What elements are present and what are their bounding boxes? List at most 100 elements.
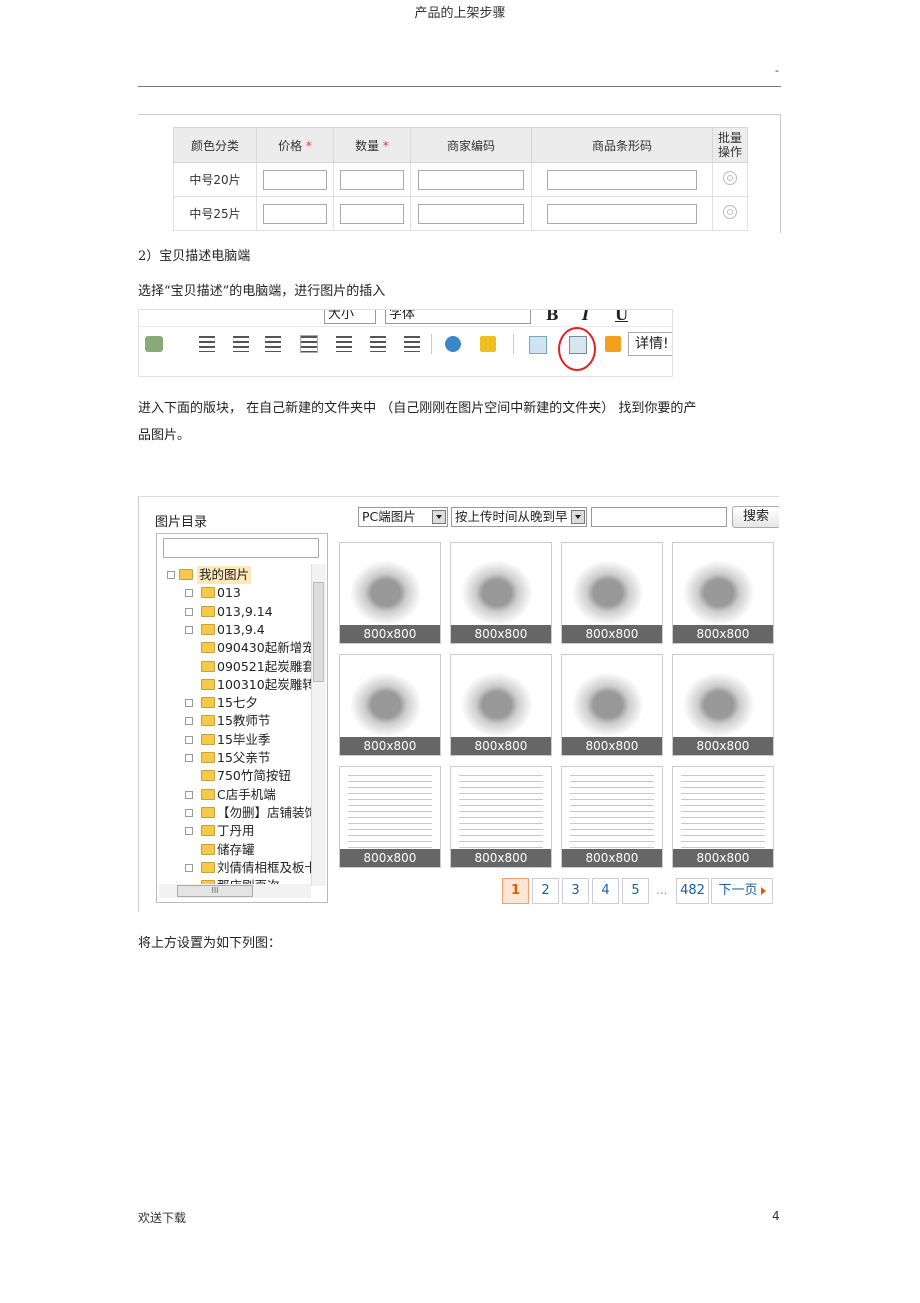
thumbnail-image bbox=[348, 775, 432, 851]
tree-folder-item[interactable]: 090430起新增宠 bbox=[157, 639, 315, 657]
page-button[interactable]: 1 bbox=[502, 878, 529, 904]
table-icon[interactable] bbox=[529, 336, 547, 354]
expand-icon[interactable] bbox=[185, 735, 193, 744]
image-thumbnail[interactable]: 800x800 bbox=[561, 542, 663, 644]
bold-button[interactable]: B bbox=[546, 310, 559, 324]
sort-select[interactable]: 按上传时间从晚到早 bbox=[451, 507, 587, 527]
thumbnail-image bbox=[459, 551, 543, 627]
tree-folder-item[interactable]: 013,9.4 bbox=[157, 621, 307, 639]
picker-title: 图片目录 bbox=[155, 515, 208, 530]
image-thumbnail[interactable]: 800x800 bbox=[561, 766, 663, 868]
image-thumbnail[interactable]: 800x800 bbox=[672, 542, 774, 644]
scroll-thumb[interactable]: III bbox=[177, 885, 253, 897]
tree-folder-item[interactable]: 750竹简按钮 bbox=[157, 767, 307, 785]
merchant-code-input[interactable] bbox=[418, 169, 524, 190]
tree-folder-item[interactable]: 丁丹用 bbox=[157, 822, 307, 840]
tree-folder-item[interactable]: 刘倩倩相框及板卡 bbox=[157, 859, 317, 877]
tree-folder-item[interactable]: 100310起炭雕转 bbox=[157, 676, 315, 694]
page-button[interactable]: 4 bbox=[592, 878, 619, 904]
tree-folder-item[interactable]: 15教师节 bbox=[157, 712, 307, 730]
page-button[interactable]: 3 bbox=[562, 878, 589, 904]
font-family-select[interactable]: 字体 bbox=[385, 310, 531, 324]
search-button[interactable]: 搜索 bbox=[732, 506, 779, 528]
image-thumbnail[interactable]: 800x800 bbox=[561, 654, 663, 756]
thumbnail-image bbox=[570, 663, 654, 739]
image-thumbnail[interactable]: 800x800 bbox=[450, 542, 552, 644]
link-globe-icon[interactable] bbox=[445, 336, 461, 352]
para-enter-line2: 品图片。 bbox=[138, 428, 191, 443]
scroll-thumb[interactable] bbox=[313, 582, 324, 682]
page-button[interactable]: 2 bbox=[532, 878, 559, 904]
detail-button[interactable]: 详情! bbox=[628, 332, 672, 356]
thumbnail-size-label: 800x800 bbox=[451, 625, 551, 643]
expand-icon[interactable] bbox=[185, 625, 193, 634]
tree-horizontal-scrollbar[interactable]: III bbox=[159, 884, 311, 898]
numbered-list-icon[interactable] bbox=[233, 336, 249, 352]
image-thumbnail[interactable]: 800x800 bbox=[339, 654, 441, 756]
thumbnail-size-label: 800x800 bbox=[673, 625, 773, 643]
barcode-input[interactable] bbox=[547, 203, 697, 224]
price-input[interactable] bbox=[263, 169, 327, 190]
next-page-button[interactable]: 下一页 bbox=[711, 878, 773, 904]
image-thumbnail[interactable]: 800x800 bbox=[672, 654, 774, 756]
align-center-icon[interactable] bbox=[370, 336, 386, 352]
paint-bucket-icon[interactable] bbox=[145, 336, 163, 352]
align-left-icon[interactable] bbox=[336, 336, 352, 352]
image-thumbnail[interactable]: 800x800 bbox=[339, 766, 441, 868]
emoticon-icon[interactable] bbox=[480, 336, 496, 352]
page-button-last[interactable]: 482 bbox=[676, 878, 709, 904]
source-select[interactable]: PC端图片 bbox=[358, 507, 448, 527]
tree-folder-item[interactable]: 013 bbox=[157, 584, 307, 602]
expand-icon[interactable] bbox=[185, 790, 193, 799]
folder-icon bbox=[201, 788, 215, 800]
tree-folder-item[interactable]: C店手机端 bbox=[157, 786, 307, 804]
tree-folder-item[interactable]: 【勿删】店铺装饰 bbox=[157, 804, 317, 822]
tree-folder-item[interactable]: 储存罐 bbox=[157, 841, 307, 859]
quantity-input[interactable] bbox=[340, 169, 404, 190]
expand-icon[interactable] bbox=[185, 827, 193, 836]
chevron-down-icon[interactable] bbox=[432, 510, 446, 524]
expand-icon[interactable] bbox=[185, 863, 193, 872]
tree-folder-label: 013,9.14 bbox=[217, 603, 273, 619]
price-input[interactable] bbox=[263, 203, 327, 224]
gear-icon[interactable] bbox=[723, 205, 737, 219]
image-thumbnail[interactable]: 800x800 bbox=[339, 542, 441, 644]
expand-icon[interactable] bbox=[185, 607, 193, 616]
indent-icon[interactable] bbox=[300, 335, 318, 353]
tree-folder-item[interactable]: 15毕业季 bbox=[157, 731, 307, 749]
underline-button[interactable]: U bbox=[615, 310, 628, 324]
expand-icon[interactable] bbox=[185, 699, 193, 708]
image-thumbnail[interactable]: 800x800 bbox=[672, 766, 774, 868]
outdent-icon[interactable] bbox=[265, 336, 281, 352]
tree-folder-label: 15父亲节 bbox=[217, 750, 271, 765]
bullet-list-icon[interactable] bbox=[199, 336, 215, 352]
image-thumbnail[interactable]: 800x800 bbox=[450, 766, 552, 868]
tree-folder-item[interactable]: 013,9.14 bbox=[157, 603, 307, 621]
tree-folder-item[interactable]: 090521起炭雕套 bbox=[157, 658, 315, 676]
search-input[interactable] bbox=[591, 507, 727, 527]
font-size-select[interactable]: 大小 bbox=[324, 310, 376, 324]
merchant-code-input[interactable] bbox=[418, 203, 524, 224]
col-header-price: 价格 * bbox=[256, 127, 334, 163]
flash-icon[interactable] bbox=[605, 336, 621, 352]
expand-icon[interactable] bbox=[185, 589, 193, 598]
expand-icon[interactable] bbox=[185, 808, 193, 817]
page-button[interactable]: 5 bbox=[622, 878, 649, 904]
tree-folder-item[interactable]: 15七夕 bbox=[157, 694, 307, 712]
folder-filter-input[interactable] bbox=[163, 538, 319, 558]
tree-folder-label: 15教师节 bbox=[217, 713, 271, 729]
expand-icon[interactable] bbox=[185, 754, 193, 762]
image-thumbnail[interactable]: 800x800 bbox=[450, 654, 552, 756]
tree-vertical-scrollbar[interactable] bbox=[311, 564, 326, 886]
tree-folder-item[interactable]: 15父亲节 bbox=[157, 749, 307, 767]
collapse-icon[interactable] bbox=[167, 571, 175, 579]
chevron-down-icon[interactable] bbox=[571, 510, 585, 524]
quantity-input[interactable] bbox=[340, 203, 404, 224]
tree-folder-item[interactable]: 我的图片 bbox=[157, 566, 307, 584]
gear-icon[interactable] bbox=[723, 171, 737, 185]
thumbnail-size-label: 800x800 bbox=[451, 849, 551, 867]
italic-button[interactable]: I bbox=[582, 310, 589, 324]
barcode-input[interactable] bbox=[547, 169, 697, 190]
align-right-icon[interactable] bbox=[404, 336, 420, 352]
expand-icon[interactable] bbox=[185, 717, 193, 726]
